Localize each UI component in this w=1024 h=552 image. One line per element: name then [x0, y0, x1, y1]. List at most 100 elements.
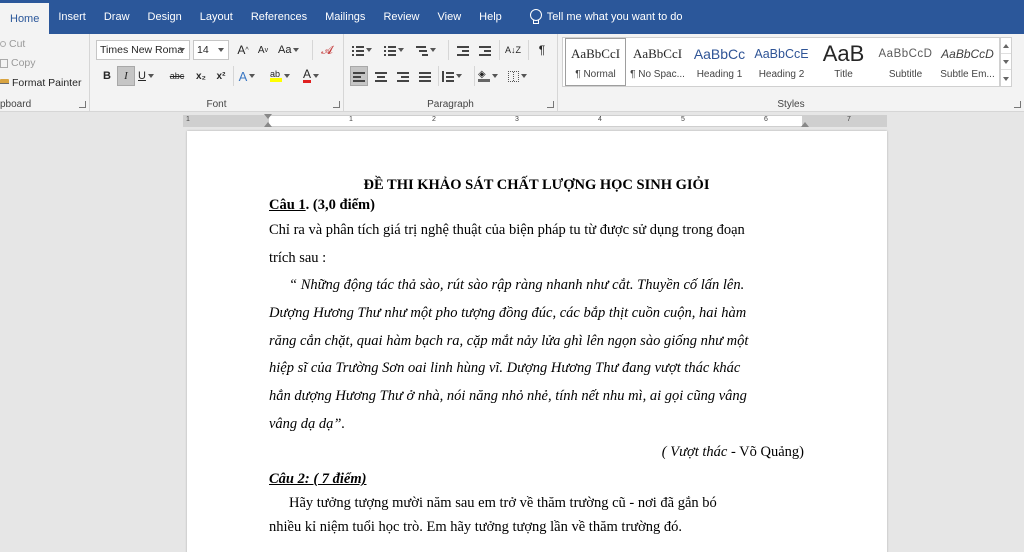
style-heading-1[interactable]: AaBbCc Heading 1 — [689, 38, 750, 86]
style-heading-2-name: Heading 2 — [758, 69, 805, 80]
clipboard-group-label: pboard — [0, 99, 32, 110]
tab-help[interactable]: Help — [470, 0, 511, 34]
styles-launcher-icon[interactable] — [1014, 101, 1021, 108]
question-2-line: nhiều kỉ niệm tuổi học trò. Em hãy tưởng… — [269, 519, 683, 536]
exam-title: ĐỀ THI KHẢO SÁT CHẤT LƯỢNG HỌC SINH GIỎI — [363, 177, 710, 193]
bullets-button[interactable] — [352, 40, 372, 60]
cut-button[interactable]: Cut — [0, 38, 25, 50]
font-color-icon: A — [302, 67, 311, 83]
eraser-icon: 𝓐 — [321, 42, 333, 57]
multilevel-list-button[interactable] — [416, 40, 436, 60]
align-left-icon — [353, 71, 365, 82]
font-name-dropdown[interactable]: Times New Roma — [96, 40, 190, 60]
italic-button[interactable]: I — [117, 66, 135, 86]
style-normal[interactable]: AaBbCcI ¶ Normal — [565, 38, 626, 86]
cut-label: Cut — [9, 38, 26, 50]
justify-button[interactable] — [416, 66, 434, 86]
tab-insert[interactable]: Insert — [49, 0, 95, 34]
line-spacing-button[interactable] — [442, 66, 462, 86]
style-subtitle[interactable]: AaBbCcD Subtitle — [875, 38, 936, 86]
style-normal-preview: AaBbCcI — [570, 46, 621, 61]
align-center-button[interactable] — [372, 66, 390, 86]
ruler-number: 1 — [186, 116, 190, 123]
subscript-button[interactable]: x₂ — [192, 66, 210, 86]
borders-icon — [508, 70, 519, 82]
numbering-button[interactable] — [384, 40, 404, 60]
tab-draw[interactable]: Draw — [95, 0, 139, 34]
line-spacing-icon — [442, 71, 454, 82]
first-line-indent-marker[interactable] — [264, 114, 272, 119]
format-painter-label: Format Painter — [12, 77, 82, 89]
paragraph-group: A↓Z ¶ ◈ Paragraph — [344, 34, 558, 112]
ruler-left-margin — [184, 116, 269, 126]
shading-button[interactable]: ◈ — [478, 66, 498, 86]
align-left-button[interactable] — [350, 66, 368, 86]
increase-indent-icon — [479, 45, 491, 56]
style-no-spacing-name: ¶ No Spac... — [630, 69, 685, 80]
multilevel-list-icon — [416, 45, 428, 56]
tell-me-search[interactable]: Tell me what you want to do — [529, 9, 683, 25]
style-subtle-emphasis[interactable]: AaBbCcD Subtle Em... — [937, 38, 998, 86]
style-title-name: Title — [834, 69, 853, 80]
borders-button[interactable] — [508, 66, 527, 86]
style-heading-2[interactable]: AaBbCcE Heading 2 — [751, 38, 812, 86]
paragraph-launcher-icon[interactable] — [547, 101, 554, 108]
superscript-button[interactable]: x² — [212, 66, 230, 86]
paint-bucket-icon: ◈ — [478, 70, 490, 82]
strikethrough-button[interactable]: abc — [168, 66, 186, 86]
document-body[interactable]: ĐỀ THI KHẢO SÁT CHẤT LƯỢNG HỌC SINH GIỎI… — [269, 175, 804, 539]
justify-icon — [419, 71, 431, 82]
sort-button[interactable]: A↓Z — [504, 40, 522, 60]
style-no-spacing[interactable]: AaBbCcI ¶ No Spac... — [627, 38, 688, 86]
document-page[interactable]: ĐỀ THI KHẢO SÁT CHẤT LƯỢNG HỌC SINH GIỎI… — [187, 131, 887, 552]
font-launcher-icon[interactable] — [333, 101, 340, 108]
tab-layout[interactable]: Layout — [191, 0, 242, 34]
paintbrush-icon — [0, 78, 9, 88]
question-1-line: Chỉ ra và phân tích giá trị nghệ thuật c… — [269, 222, 745, 238]
quote-line: “ Những động tác thả sào, rút sào rập rà… — [289, 277, 745, 294]
tab-view[interactable]: View — [429, 0, 471, 34]
change-case-button[interactable]: Aa — [278, 40, 300, 60]
horizontal-ruler[interactable]: 1 1 2 3 4 5 6 7 — [183, 114, 887, 127]
format-painter-button[interactable]: Format Painter — [0, 77, 81, 89]
clipboard-launcher-icon[interactable] — [79, 101, 86, 108]
highlighter-icon: ab — [270, 70, 282, 82]
show-formatting-button[interactable]: ¶ — [533, 40, 551, 60]
styles-group: AaBbCcI ¶ Normal AaBbCcI ¶ No Spac... Aa… — [558, 34, 1024, 112]
tab-mailings[interactable]: Mailings — [316, 0, 374, 34]
style-title[interactable]: AaB Title — [813, 38, 874, 86]
more-styles-icon[interactable] — [1001, 70, 1011, 86]
tab-references[interactable]: References — [242, 0, 316, 34]
style-no-spacing-preview: AaBbCcI — [632, 46, 683, 61]
copy-label: Copy — [11, 57, 36, 69]
question-1-line: trích sau : — [269, 249, 327, 266]
shrink-font-button[interactable]: Av — [254, 40, 272, 60]
scroll-down-icon[interactable] — [1001, 54, 1011, 70]
decrease-indent-button[interactable] — [454, 40, 472, 60]
align-right-button[interactable] — [394, 66, 412, 86]
text-effects-button[interactable]: A — [238, 66, 256, 86]
tab-review[interactable]: Review — [374, 0, 428, 34]
styles-group-label: Styles — [777, 99, 805, 110]
font-color-button[interactable]: A — [302, 66, 320, 86]
highlight-color-button[interactable]: ab — [270, 66, 290, 86]
copy-button[interactable]: Copy — [0, 57, 36, 69]
font-size-dropdown[interactable]: 14 — [193, 40, 229, 60]
underline-button[interactable]: U — [137, 66, 155, 86]
question-2-line: Hãy tưởng tượng mười năm sau em trở về t… — [289, 495, 717, 512]
align-right-icon — [397, 71, 409, 82]
grow-font-button[interactable]: A ^ — [234, 40, 252, 60]
tab-design[interactable]: Design — [139, 0, 191, 34]
scroll-up-icon[interactable] — [1001, 38, 1011, 54]
increase-indent-button[interactable] — [476, 40, 494, 60]
tell-me-text: Tell me what you want to do — [546, 11, 683, 23]
style-subtitle-name: Subtitle — [888, 69, 923, 80]
quote-line: vâng dạ dạ”. — [269, 415, 346, 432]
right-indent-marker[interactable] — [801, 122, 809, 127]
bold-button[interactable]: B — [98, 66, 116, 86]
clear-formatting-button[interactable]: 𝓐 — [318, 40, 336, 60]
hanging-indent-marker[interactable] — [264, 122, 272, 127]
grow-font-icon: A — [237, 43, 246, 57]
tab-home[interactable]: Home — [0, 3, 50, 34]
ruler-number: 7 — [847, 116, 851, 123]
